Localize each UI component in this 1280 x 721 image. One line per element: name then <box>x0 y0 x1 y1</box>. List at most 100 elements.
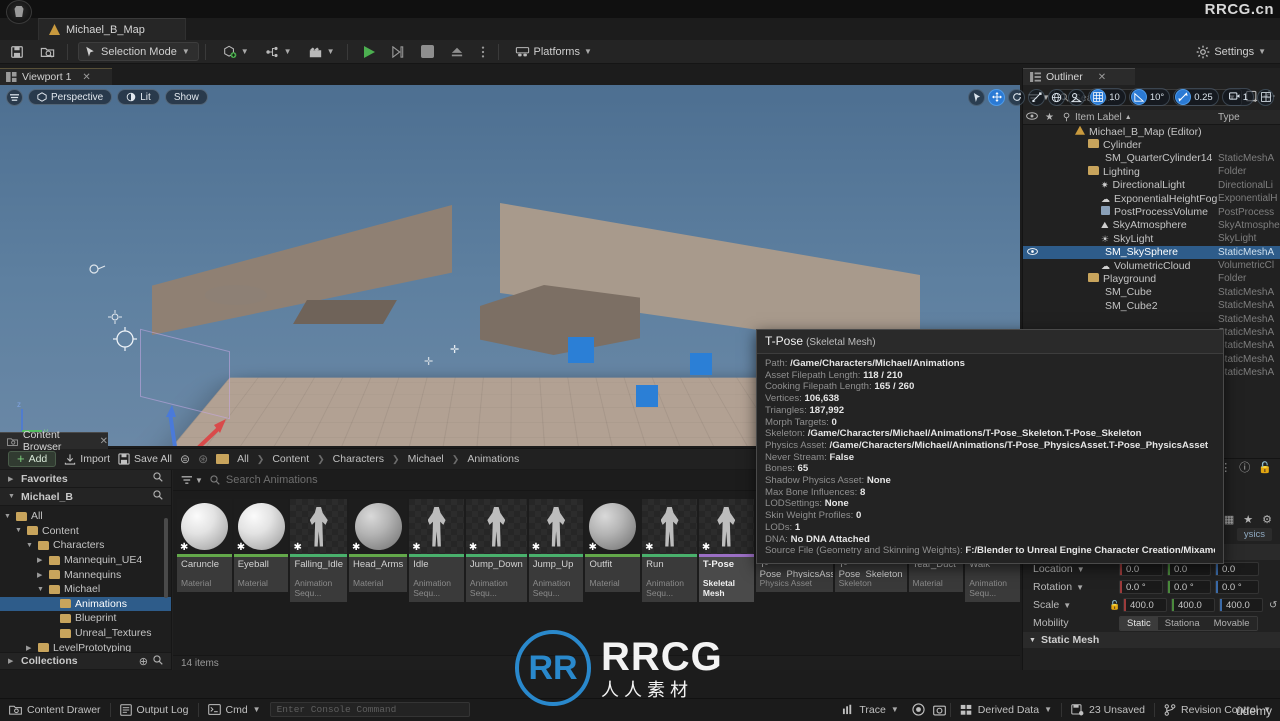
outliner-row[interactable]: Michael_B_Map (Editor) <box>1023 125 1280 138</box>
eye-icon[interactable] <box>1023 246 1041 258</box>
asset-tile[interactable]: ✱ Idle Animation Sequ... <box>409 499 464 602</box>
content-browser-tab[interactable]: Content Browser ✕ <box>0 429 108 453</box>
rotation-label[interactable]: Rotation ▼ <box>1033 581 1115 593</box>
mobility-toggle-group[interactable]: Static Stationa Movable <box>1119 615 1258 631</box>
location-z-input[interactable]: 0.0 <box>1215 562 1259 576</box>
add-actor-button[interactable]: ▼ <box>216 42 255 62</box>
grid-snap-group[interactable]: 10 <box>1088 88 1126 106</box>
search-icon[interactable] <box>153 472 163 485</box>
mobility-static-option[interactable]: Static <box>1120 616 1158 630</box>
asset-thumbnail[interactable]: ✱ <box>349 499 408 554</box>
level-cube-1[interactable] <box>568 337 594 363</box>
outliner-row[interactable]: ☁ VolumetricCloud VolumetricCl <box>1023 259 1280 272</box>
breadcrumb-item[interactable]: Michael <box>408 453 444 465</box>
grid-icon[interactable] <box>1090 89 1107 105</box>
unreal-logo-icon[interactable] <box>6 0 32 24</box>
skylight-gizmo-2[interactable] <box>112 326 138 355</box>
scale-x-input[interactable]: 400.0 <box>1123 598 1167 612</box>
viewport-tab[interactable]: Viewport 1 ✕ <box>0 68 112 85</box>
output-log-button[interactable]: Output Log <box>111 699 198 721</box>
asset-tile[interactable]: ✱ Outfit Material <box>585 499 641 602</box>
browse-content-button[interactable] <box>34 42 61 62</box>
save-all-button[interactable]: Save All <box>118 453 172 465</box>
asset-thumbnail[interactable]: ✱ <box>290 499 348 554</box>
forward-button[interactable]: ⊛ <box>198 452 208 466</box>
asset-tile[interactable]: ✱ Eyeball Material <box>233 499 289 602</box>
show-dropdown[interactable]: Show <box>164 89 208 105</box>
rotation-y-input[interactable]: 0.0 ° <box>1167 580 1211 594</box>
star-icon[interactable]: ✱ <box>237 543 246 553</box>
coordinate-system-button[interactable] <box>1048 88 1066 106</box>
asset-tile[interactable]: ✱ Head_Arms Material <box>349 499 408 602</box>
viewport-layout-button[interactable] <box>1257 88 1274 106</box>
camera-speed-group[interactable]: 1 <box>1221 88 1254 106</box>
outliner-row[interactable]: SM_Cube StaticMeshA <box>1023 286 1280 299</box>
close-icon[interactable]: ✕ <box>82 72 90 83</box>
location-label[interactable]: Location ▼ <box>1033 563 1115 575</box>
eject-button[interactable] <box>444 42 470 62</box>
surface-snap-button[interactable] <box>1068 88 1086 106</box>
asset-tile[interactable]: ✱ Jump_Down Animation Sequ... <box>465 499 527 602</box>
select-tool-button[interactable] <box>968 88 986 106</box>
sky-light-gizmo[interactable] <box>108 310 122 327</box>
rotate-tool-button[interactable] <box>1008 88 1026 106</box>
tree-expander[interactable]: ▼ <box>26 542 34 549</box>
cinematics-button[interactable]: ▼ <box>302 42 341 62</box>
outliner-tab[interactable]: Outliner ✕ <box>1023 68 1135 85</box>
folder-tree-row[interactable]: Blueprint <box>0 611 171 626</box>
directional-light-gizmo[interactable] <box>88 263 106 274</box>
move-tool-button[interactable] <box>988 88 1006 106</box>
folder-tree-row[interactable]: ▶ Mannequin_UE4 <box>0 553 171 568</box>
tree-scrollbar[interactable] <box>164 518 168 598</box>
star-icon[interactable]: ✱ <box>352 543 361 553</box>
play-options-button[interactable] <box>474 42 492 62</box>
asset-tile[interactable]: ✱ Falling_Idle Animation Sequ... <box>290 499 348 602</box>
back-button[interactable]: ⊜ <box>180 452 190 466</box>
tree-expander[interactable]: ▼ <box>37 586 45 593</box>
rotation-x-input[interactable]: 0.0 ° <box>1119 580 1163 594</box>
item-label-column[interactable]: Item Label ▲ <box>1075 112 1218 123</box>
play-button[interactable] <box>358 42 381 62</box>
star-icon[interactable]: ★ <box>1041 112 1058 123</box>
tree-expander[interactable]: ▼ <box>15 527 23 534</box>
tree-expander[interactable]: ▶ <box>37 571 45 579</box>
asset-thumbnail[interactable]: ✱ <box>528 499 584 554</box>
step-button[interactable] <box>385 42 411 62</box>
asset-tile[interactable]: ✱ T-Pose Skeletal Mesh <box>698 499 754 602</box>
star-icon[interactable]: ✱ <box>412 543 421 553</box>
breadcrumb-item[interactable]: All <box>237 453 249 465</box>
asset-tile[interactable]: ✱ Caruncle Material <box>177 499 232 602</box>
outliner-row[interactable]: ⛰ SkyAtmosphere SkyAtmosphe <box>1023 219 1280 232</box>
asset-thumbnail[interactable]: ✱ <box>409 499 464 554</box>
folder-tree-row[interactable]: ▼ Michael <box>0 582 171 597</box>
asset-thumbnail[interactable]: ✱ <box>585 499 641 554</box>
plus-circle-icon[interactable]: ⊕ <box>139 655 148 668</box>
search-icon[interactable] <box>153 490 163 503</box>
platforms-button[interactable]: Platforms ▼ <box>509 42 598 62</box>
selection-mode-dropdown[interactable]: Selection Mode ▼ <box>78 42 199 61</box>
save-button[interactable] <box>4 42 30 62</box>
asset-thumbnail[interactable]: ✱ <box>177 499 232 554</box>
close-icon[interactable]: ✕ <box>100 436 108 447</box>
asset-filter-button[interactable]: ▼ <box>181 475 203 485</box>
tree-expander[interactable]: ▶ <box>26 644 34 652</box>
settings-button[interactable]: Settings ▼ <box>1190 42 1272 62</box>
star-icon[interactable]: ✱ <box>702 543 711 553</box>
physics-chip[interactable]: ysics <box>1236 528 1272 541</box>
console-command-input[interactable]: Enter Console Command <box>269 702 470 717</box>
folder-tree-row[interactable]: Unreal_Textures <box>0 626 171 641</box>
star-icon[interactable]: ✱ <box>588 543 597 553</box>
outliner-row[interactable]: SM_Cube2 StaticMeshA <box>1023 299 1280 312</box>
tree-expander[interactable]: ▶ <box>37 556 45 564</box>
scale-y-input[interactable]: 400.0 <box>1171 598 1215 612</box>
outliner-row[interactable]: Playground Folder <box>1023 272 1280 285</box>
scale-tool-button[interactable] <box>1028 88 1046 106</box>
star-icon[interactable]: ✱ <box>532 543 541 553</box>
level-tab[interactable]: Michael_B_Map <box>38 18 186 40</box>
grid-view-icon[interactable]: ▦ <box>1224 513 1234 526</box>
mobility-movable-option[interactable]: Movable <box>1206 616 1257 630</box>
folder-tree-row[interactable]: Animations <box>0 596 171 612</box>
folder-tree-row[interactable]: ▼ All <box>0 509 171 524</box>
star-icon[interactable]: ✱ <box>180 543 189 553</box>
outliner-row[interactable]: Lighting Folder <box>1023 165 1280 178</box>
